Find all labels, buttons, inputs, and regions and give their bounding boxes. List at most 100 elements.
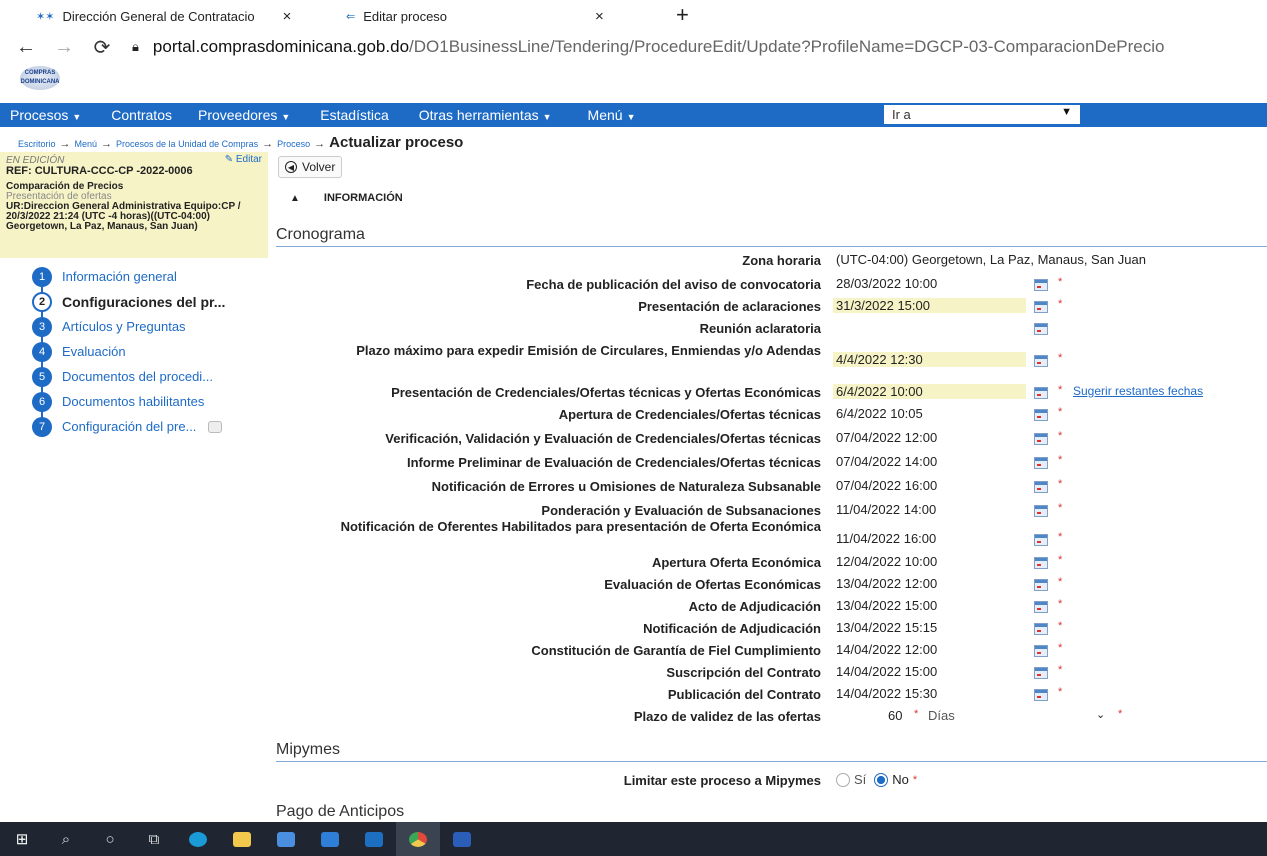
date-input[interactable]: 11/04/2022 16:00	[836, 531, 936, 546]
step-configuracion-presupuesto[interactable]: 7 Configuración del pre...	[32, 414, 272, 439]
date-input[interactable]: 13/04/2022 12:00	[836, 576, 937, 591]
calendar-icon[interactable]	[1034, 279, 1048, 291]
calendar-icon[interactable]	[1034, 355, 1048, 367]
date-input[interactable]: 07/04/2022 12:00	[836, 430, 937, 445]
chrome-icon[interactable]	[396, 822, 440, 856]
edit-label: Editar	[235, 154, 262, 165]
browser-tab-1[interactable]: ✶✶ Dirección General de Contratacio ×	[36, 6, 291, 26]
date-input[interactable]: 28/03/2022 10:00	[836, 276, 937, 291]
calendar-icon[interactable]	[1034, 387, 1048, 399]
step-documentos-procedimiento[interactable]: 5 Documentos del procedi...	[32, 364, 272, 389]
date-input[interactable]: 14/04/2022 15:30	[836, 686, 937, 701]
new-tab-button[interactable]: +	[676, 2, 689, 28]
close-tab-icon[interactable]: ×	[595, 8, 604, 25]
back-arrow-icon[interactable]: ←	[14, 36, 38, 59]
date-input[interactable]: 4/4/2022 12:30	[833, 352, 1026, 367]
reload-icon[interactable]: ⟳	[90, 35, 114, 60]
section-cronograma: Cronograma	[276, 226, 1267, 247]
calendar-icon[interactable]	[1034, 505, 1048, 517]
date-input[interactable]: 11/04/2022 14:00	[836, 502, 936, 517]
breadcrumb-proceso[interactable]: Proceso	[277, 139, 310, 149]
back-button[interactable]: ◀ Volver	[278, 156, 343, 178]
search-icon[interactable]: ⌕	[44, 822, 88, 856]
menu-item-otras-herramientas[interactable]: Otras herramientas ▼	[409, 107, 562, 123]
validity-unit-select[interactable]: Días	[928, 708, 955, 723]
date-input[interactable]: 07/04/2022 16:00	[836, 478, 937, 493]
menu-item-contratos[interactable]: Contratos	[101, 107, 182, 123]
edit-link[interactable]: ✎ Editar	[225, 155, 262, 165]
calendar-icon[interactable]	[1034, 579, 1048, 591]
calendar-icon[interactable]	[1034, 301, 1048, 313]
chevron-down-icon[interactable]: ⌄	[1096, 708, 1105, 721]
radio-no-label: No	[892, 772, 909, 787]
date-input[interactable]: 12/04/2022 10:00	[836, 554, 937, 569]
calendar-icon[interactable]	[1034, 689, 1048, 701]
suggest-dates-link[interactable]: Sugerir restantes fechas	[1073, 384, 1203, 398]
date-input[interactable]: 14/04/2022 15:00	[836, 664, 937, 679]
required-marker: *	[1058, 276, 1063, 288]
date-input[interactable]: 13/04/2022 15:00	[836, 598, 937, 613]
step-configuraciones[interactable]: 2 Configuraciones del pr...	[32, 289, 272, 314]
date-input[interactable]: 14/04/2022 12:00	[836, 642, 937, 657]
step-number: 6	[32, 391, 52, 412]
calendar-icon[interactable]	[1034, 457, 1048, 469]
radio-no[interactable]	[874, 772, 889, 787]
outlook-icon[interactable]	[352, 822, 396, 856]
step-articulos-preguntas[interactable]: 3 Artículos y Preguntas	[32, 314, 272, 339]
date-input[interactable]: 6/4/2022 10:00	[833, 384, 1026, 399]
forward-arrow-icon[interactable]: →	[52, 36, 76, 59]
menu-item-estadistica[interactable]: Estadística	[310, 107, 398, 123]
windows-start-icon[interactable]: ⊞	[0, 822, 44, 856]
date-input[interactable]: 13/04/2022 15:15	[836, 620, 937, 635]
arrow-right-icon: →	[101, 138, 113, 150]
calendar-icon[interactable]	[1034, 557, 1048, 569]
word-icon[interactable]	[440, 822, 484, 856]
calendar-icon[interactable]	[1034, 433, 1048, 445]
info-section-toggle[interactable]: ▲ INFORMACIÓN	[290, 192, 403, 204]
section-mipymes: Mipymes	[276, 741, 1267, 762]
calendar-icon[interactable]	[1034, 481, 1048, 493]
calendar-icon[interactable]	[1034, 623, 1048, 635]
date-input[interactable]: 31/3/2022 15:00	[833, 298, 1026, 313]
date-input[interactable]: 07/04/2022 14:00	[836, 454, 937, 469]
calendar-icon[interactable]	[1034, 601, 1048, 613]
address-bar-row: ← → ⟳ 🔒︎ portal.comprasdominicana.gob.do…	[0, 32, 1267, 62]
chevron-down-icon: ▼	[1061, 106, 1072, 118]
timezone-value[interactable]: (UTC-04:00) Georgetown, La Paz, Manaus, …	[836, 252, 1146, 267]
required-marker: *	[1058, 406, 1063, 418]
calendar-icon[interactable]	[1034, 409, 1048, 421]
calendar-icon[interactable]	[1034, 534, 1048, 546]
menu-item-proveedores[interactable]: Proveedores ▼	[188, 107, 300, 123]
validity-days-input[interactable]: 60	[888, 708, 902, 723]
arrow-right-icon: →	[314, 138, 326, 150]
caret-down-icon: ▼	[626, 112, 636, 122]
task-view-icon[interactable]: ⧉	[132, 822, 176, 856]
radio-si[interactable]	[836, 772, 850, 787]
calendar-icon[interactable]	[1034, 323, 1048, 335]
mail-icon[interactable]	[308, 822, 352, 856]
breadcrumb-procesos-unidad[interactable]: Procesos de la Unidad de Compras	[116, 139, 258, 149]
breadcrumb-menu[interactable]: Menú	[75, 139, 98, 149]
step-documentos-habilitantes[interactable]: 6 Documentos habilitantes	[32, 389, 272, 414]
edge-icon[interactable]	[176, 822, 220, 856]
compras-dominicana-logo[interactable]: COMPRAS DOMINICANA	[20, 66, 60, 90]
site-favicon-icon: ✶✶	[36, 10, 55, 23]
menu-item-menu[interactable]: Menú ▼	[578, 107, 646, 123]
store-icon[interactable]	[264, 822, 308, 856]
menu-item-procesos[interactable]: Procesos ▼	[0, 107, 91, 123]
menu-label: Procesos	[10, 107, 69, 123]
breadcrumb-escritorio[interactable]: Escritorio	[18, 139, 56, 149]
calendar-icon[interactable]	[1034, 645, 1048, 657]
url-field[interactable]: portal.comprasdominicana.gob.do/DO1Busin…	[153, 37, 1165, 57]
url-path: /DO1BusinessLine/Tendering/ProcedureEdit…	[409, 37, 1165, 56]
goto-select[interactable]: Ir a ▼	[884, 105, 1080, 124]
cortana-icon[interactable]: ○	[88, 822, 132, 856]
step-evaluacion[interactable]: 4 Evaluación	[32, 339, 272, 364]
step-informacion-general[interactable]: 1 Información general	[32, 264, 272, 289]
date-input[interactable]: 6/4/2022 10:05	[836, 406, 923, 421]
file-explorer-icon[interactable]	[220, 822, 264, 856]
field-label: Limitar este proceso a Mipymes	[623, 773, 821, 788]
close-tab-icon[interactable]: ×	[283, 8, 292, 25]
browser-tab-2[interactable]: ⇐ Editar proceso ×	[346, 6, 604, 26]
calendar-icon[interactable]	[1034, 667, 1048, 679]
